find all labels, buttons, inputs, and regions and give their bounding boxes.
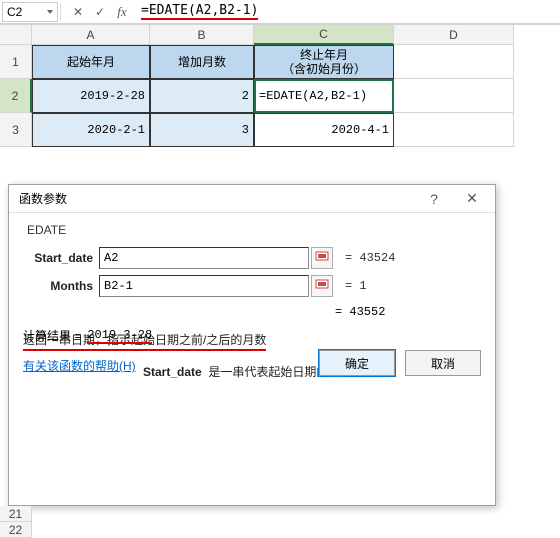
col-header-b[interactable]: B: [150, 25, 254, 45]
dialog-buttons: 确定 取消: [319, 350, 481, 376]
help-link[interactable]: 有关该函数的帮助(H): [23, 359, 136, 373]
cell-c1[interactable]: 终止年月 （含初始月份）: [254, 45, 394, 79]
col-header-c[interactable]: C: [254, 25, 394, 45]
dialog-body: EDATE Start_date A2 = 43524 Months B2-1 …: [9, 213, 495, 388]
close-icon[interactable]: ✕: [455, 187, 489, 211]
col-header-d[interactable]: D: [394, 25, 514, 45]
help-link-row: 有关该函数的帮助(H): [23, 357, 136, 374]
chevron-down-icon: [47, 10, 53, 14]
ok-button[interactable]: 确定: [319, 350, 395, 376]
arg-input-months-value: B2-1: [104, 279, 133, 293]
collapse-icon[interactable]: [311, 247, 333, 269]
separator: [60, 3, 61, 21]
col-header-a[interactable]: A: [32, 25, 150, 45]
arg-label-startdate: Start_date: [23, 251, 99, 265]
calculation-result: 计算结果 = 2019-3-28: [23, 327, 152, 344]
cell-d3[interactable]: [394, 113, 514, 147]
calc-value: 2019-3-28: [87, 328, 152, 344]
cell-b2[interactable]: 2: [150, 79, 254, 113]
row-header-21[interactable]: 21: [0, 506, 32, 522]
arg-input-months[interactable]: B2-1: [99, 275, 309, 297]
arg-result-months: = 1: [345, 279, 367, 293]
cell-b3[interactable]: 3: [150, 113, 254, 147]
arg-input-startdate-value: A2: [104, 251, 118, 265]
select-all-corner[interactable]: [0, 25, 32, 45]
arg-input-startdate[interactable]: A2: [99, 247, 309, 269]
arg-row-months: Months B2-1 = 1: [23, 275, 481, 297]
function-arguments-dialog: 函数参数 ? ✕ EDATE Start_date A2 = 43524 Mon…: [8, 184, 496, 506]
name-box-value: C2: [7, 5, 22, 19]
collapse-icon[interactable]: [311, 275, 333, 297]
row-header-1[interactable]: 1: [0, 45, 32, 79]
help-icon[interactable]: ?: [417, 187, 451, 211]
cell-b1[interactable]: 增加月数: [150, 45, 254, 79]
formula-bar: C2 ✕ ✓ fx =EDATE(A2,B2-1): [0, 0, 560, 24]
cell-c3[interactable]: 2020-4-1: [254, 113, 394, 147]
formula-text: =EDATE(A2,B2-1): [141, 3, 258, 20]
cell-d2[interactable]: [394, 79, 514, 113]
cancel-button[interactable]: 取消: [405, 350, 481, 376]
function-name: EDATE: [27, 223, 481, 237]
calc-label: 计算结果 =: [23, 327, 81, 344]
function-result: = 43552: [23, 305, 481, 319]
cancel-formula-icon[interactable]: ✕: [69, 3, 87, 21]
cell-a1[interactable]: 起始年月: [32, 45, 150, 79]
cell-d1[interactable]: [394, 45, 514, 79]
cell-c2[interactable]: =EDATE(A2,B2-1): [254, 79, 394, 113]
arg-result-startdate: = 43524: [345, 251, 395, 265]
dialog-title: 函数参数: [19, 190, 67, 207]
accept-formula-icon[interactable]: ✓: [91, 3, 109, 21]
argument-description-label: Start_date: [143, 365, 202, 379]
formula-bar-buttons: ✕ ✓ fx: [63, 3, 137, 21]
spreadsheet-grid: A B C D 1 起始年月 增加月数 终止年月 （含初始月份） 2 2019-…: [0, 24, 560, 147]
row-header-3[interactable]: 3: [0, 113, 32, 147]
dialog-titlebar[interactable]: 函数参数 ? ✕: [9, 185, 495, 213]
cell-a3[interactable]: 2020-2-1: [32, 113, 150, 147]
cell-a2[interactable]: 2019-2-28: [32, 79, 150, 113]
fx-icon[interactable]: fx: [113, 3, 131, 21]
row-header-2[interactable]: 2: [0, 79, 32, 113]
formula-input[interactable]: =EDATE(A2,B2-1): [137, 2, 560, 22]
arg-row-startdate: Start_date A2 = 43524: [23, 247, 481, 269]
row-header-22[interactable]: 22: [0, 522, 32, 538]
arg-label-months: Months: [23, 279, 99, 293]
name-box[interactable]: C2: [2, 2, 58, 22]
